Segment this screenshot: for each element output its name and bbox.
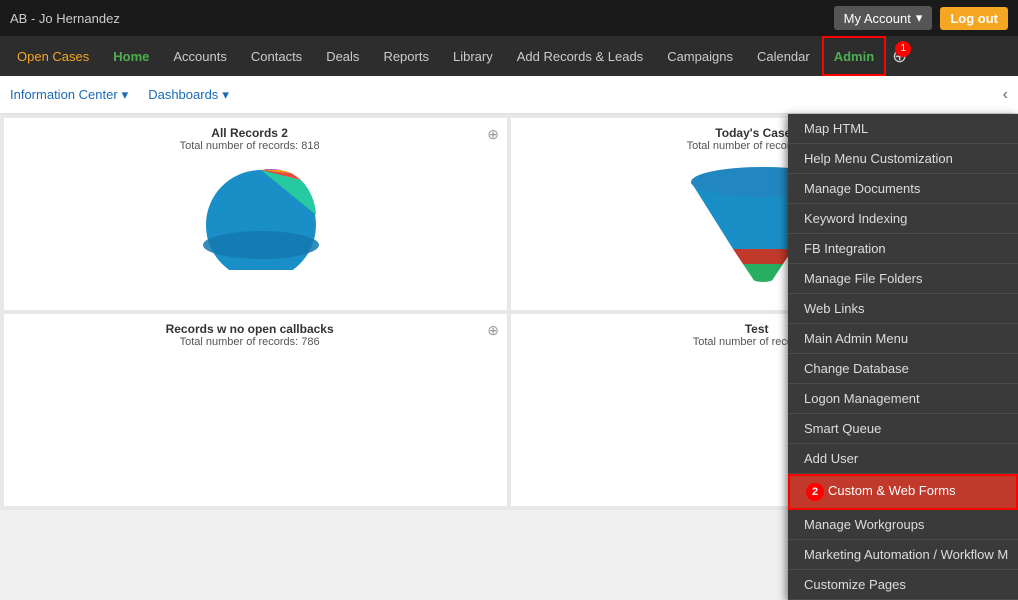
my-account-button[interactable]: My Account ▾ bbox=[834, 6, 933, 30]
nav-item-reports[interactable]: Reports bbox=[371, 36, 441, 76]
information-center-dropdown[interactable]: Information Center ▾ bbox=[10, 87, 128, 103]
nav-item-calendar[interactable]: Calendar bbox=[745, 36, 822, 76]
menu-item-logon[interactable]: Logon Management bbox=[788, 384, 1018, 414]
menu-item-manage-workgroups[interactable]: Manage Workgroups bbox=[788, 510, 1018, 540]
menu-item-add-user[interactable]: Add User bbox=[788, 444, 1018, 474]
menu-item-customize-pages[interactable]: Customize Pages bbox=[788, 570, 1018, 600]
nav-bar: Open Cases Home Accounts Contacts Deals … bbox=[0, 36, 1018, 76]
top-bar: AB - Jo Hernandez My Account ▾ Log out bbox=[0, 0, 1018, 36]
collapse-button[interactable]: ‹ bbox=[1003, 86, 1008, 104]
info-chevron-icon: ▾ bbox=[122, 87, 129, 103]
zoom-icon-1[interactable]: ⊕ bbox=[487, 126, 499, 143]
panel-all-records: All Records 2 Total number of records: 8… bbox=[4, 118, 507, 310]
dashboards-dropdown[interactable]: Dashboards ▾ bbox=[148, 87, 229, 103]
search-button-wrapper[interactable]: ⊕ 1 bbox=[886, 46, 913, 67]
nav-item-campaigns[interactable]: Campaigns bbox=[655, 36, 745, 76]
nav-item-open-cases[interactable]: Open Cases bbox=[5, 36, 101, 76]
nav-item-library[interactable]: Library bbox=[441, 36, 505, 76]
menu-item-fb-integration[interactable]: FB Integration bbox=[788, 234, 1018, 264]
nav-item-home[interactable]: Home bbox=[101, 36, 161, 76]
user-label: AB - Jo Hernandez bbox=[10, 11, 120, 26]
menu-item-custom-web-forms[interactable]: 2Custom & Web Forms bbox=[788, 474, 1018, 510]
panel-1-subtitle: Total number of records: 818 bbox=[12, 140, 487, 152]
panel-no-callbacks: Records w no open callbacks Total number… bbox=[4, 314, 507, 506]
menu-item-smart-queue[interactable]: Smart Queue bbox=[788, 414, 1018, 444]
chevron-down-icon: ▾ bbox=[916, 10, 923, 26]
menu-item-manage-docs[interactable]: Manage Documents bbox=[788, 174, 1018, 204]
panel-1-title: All Records 2 bbox=[12, 126, 487, 140]
menu-item-web-links[interactable]: Web Links bbox=[788, 294, 1018, 324]
menu-item-main-admin[interactable]: Main Admin Menu bbox=[788, 324, 1018, 354]
panel-3-title: Records w no open callbacks bbox=[12, 322, 487, 336]
menu-item-file-folders[interactable]: Manage File Folders bbox=[788, 264, 1018, 294]
menu-item-map-html[interactable]: Map HTML bbox=[788, 114, 1018, 144]
dash-chevron-icon: ▾ bbox=[222, 87, 229, 103]
dashboards-label: Dashboards bbox=[148, 87, 218, 102]
notification-badge: 1 bbox=[895, 41, 911, 57]
panel-3-subtitle: Total number of records: 786 bbox=[12, 336, 487, 348]
nav-item-admin[interactable]: Admin bbox=[822, 36, 886, 76]
menu-item-help-menu[interactable]: Help Menu Customization bbox=[788, 144, 1018, 174]
nav-item-accounts[interactable]: Accounts bbox=[161, 36, 238, 76]
sub-header: Information Center ▾ Dashboards ▾ ‹ bbox=[0, 76, 1018, 114]
panel-header-3: Records w no open callbacks Total number… bbox=[12, 322, 499, 352]
main-content: All Records 2 Total number of records: 8… bbox=[0, 114, 1018, 510]
nav-item-deals[interactable]: Deals bbox=[314, 36, 371, 76]
menu-item-keyword[interactable]: Keyword Indexing bbox=[788, 204, 1018, 234]
information-center-label: Information Center bbox=[10, 87, 118, 102]
panel-header-1: All Records 2 Total number of records: 8… bbox=[12, 126, 499, 156]
menu-item-change-db[interactable]: Change Database bbox=[788, 354, 1018, 384]
menu-badge-2: 2 bbox=[806, 483, 824, 501]
admin-dropdown-menu: Map HTML Help Menu Customization Manage … bbox=[788, 114, 1018, 600]
nav-item-add-records[interactable]: Add Records & Leads bbox=[505, 36, 655, 76]
logout-button[interactable]: Log out bbox=[940, 7, 1008, 30]
zoom-icon-3[interactable]: ⊕ bbox=[487, 322, 499, 339]
menu-item-marketing-automation[interactable]: Marketing Automation / Workflow M bbox=[788, 540, 1018, 570]
pie-chart-1 bbox=[196, 160, 316, 260]
nav-item-contacts[interactable]: Contacts bbox=[239, 36, 314, 76]
top-bar-actions: My Account ▾ Log out bbox=[834, 6, 1008, 30]
